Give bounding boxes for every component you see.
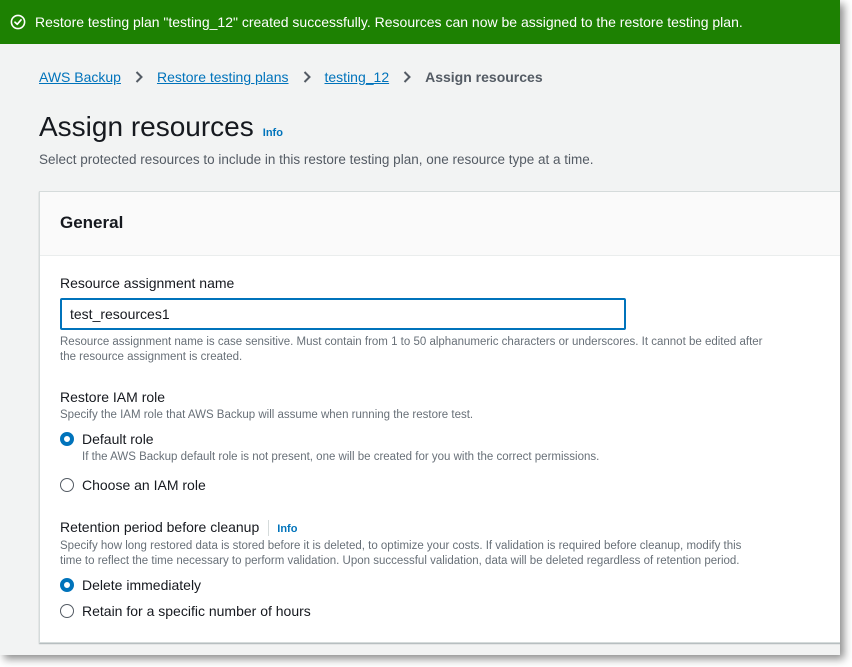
radio-selected-indicator[interactable] — [60, 432, 74, 446]
general-panel: General Resource assignment name Resourc… — [39, 191, 840, 643]
page-title: Assign resources — [39, 111, 254, 142]
radio-label: Retain for a specific number of hours — [82, 603, 311, 619]
radio-choose-iam-role[interactable]: Choose an IAM role — [60, 477, 206, 493]
breadcrumb-restore-testing-plans[interactable]: Restore testing plans — [157, 69, 289, 85]
success-flash-banner: Restore testing plan "testing_12" create… — [0, 0, 840, 44]
name-field-label: Resource assignment name — [60, 275, 235, 291]
name-field-help-line-1: Resource assignment name is case sensiti… — [60, 336, 763, 348]
retention-label-text: Retention period before cleanup — [60, 519, 260, 535]
radio-unselected-indicator[interactable] — [60, 604, 74, 618]
page-header: Assign resources Info — [39, 111, 283, 143]
panel-heading: General — [60, 213, 124, 232]
divider — [268, 520, 270, 537]
check-circle-icon — [10, 14, 26, 30]
console-window: Restore testing plan "testing_12" create… — [0, 0, 840, 655]
breadcrumb-aws-backup[interactable]: AWS Backup — [39, 69, 121, 85]
chevron-right-icon — [303, 71, 311, 83]
page-info-link[interactable]: Info — [263, 127, 283, 139]
radio-delete-immediately[interactable]: Delete immediately — [60, 577, 201, 593]
breadcrumb-current: Assign resources — [425, 69, 543, 85]
retention-period-label: Retention period before cleanup Info — [60, 519, 297, 537]
breadcrumb: AWS Backup Restore testing plans testing… — [39, 69, 543, 85]
page-subtitle: Select protected resources to include in… — [39, 152, 594, 167]
panel-header: General — [40, 192, 840, 256]
default-role-description: If the AWS Backup default role is not pr… — [82, 451, 600, 463]
radio-label: Choose an IAM role — [82, 477, 206, 493]
radio-unselected-indicator[interactable] — [60, 478, 74, 492]
chevron-right-icon — [135, 71, 143, 83]
radio-selected-indicator[interactable] — [60, 578, 74, 592]
name-field-help-line-2: the resource assignment is created. — [60, 351, 243, 363]
retention-description-line-2: time to reflect the time necessary to pe… — [60, 555, 740, 567]
radio-label: Delete immediately — [82, 577, 202, 593]
radio-retain-hours[interactable]: Retain for a specific number of hours — [60, 603, 311, 619]
retention-info-link[interactable]: Info — [277, 523, 297, 535]
radio-default-role[interactable]: Default role — [60, 431, 154, 447]
radio-label: Default role — [82, 431, 154, 447]
retention-description-line-1: Specify how long restored data is stored… — [60, 540, 742, 552]
resource-assignment-name-input[interactable] — [60, 298, 626, 330]
flash-message: Restore testing plan "testing_12" create… — [35, 14, 743, 30]
chevron-right-icon — [403, 71, 412, 83]
iam-role-label: Restore IAM role — [60, 389, 166, 405]
iam-role-description: Specify the IAM role that AWS Backup wil… — [60, 409, 474, 421]
breadcrumb-testing-12[interactable]: testing_12 — [325, 69, 390, 85]
